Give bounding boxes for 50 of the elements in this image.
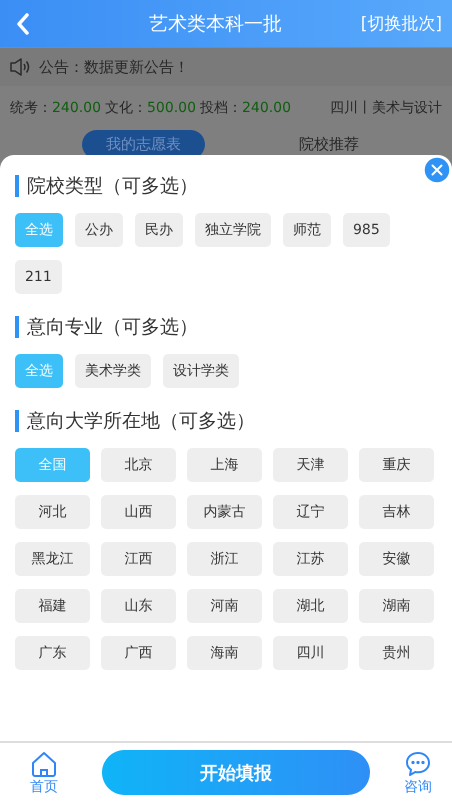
option-chip[interactable]: 江西 bbox=[101, 542, 176, 576]
score-text: 投档：240.00 bbox=[200, 99, 291, 117]
option-chip[interactable]: 设计学类 bbox=[163, 354, 239, 388]
section-title: 意向专业（可多选） bbox=[15, 316, 437, 338]
option-chip[interactable]: 江苏 bbox=[273, 542, 348, 576]
home-icon bbox=[30, 750, 58, 778]
option-chip[interactable]: 985 bbox=[343, 213, 390, 247]
option-chip[interactable]: 贵州 bbox=[359, 636, 434, 670]
notice-text: 公告：数据更新公告！ bbox=[39, 58, 189, 76]
option-chip[interactable]: 师范 bbox=[283, 213, 331, 247]
speaker-icon bbox=[9, 56, 31, 78]
option-chip[interactable]: 公办 bbox=[75, 213, 123, 247]
option-chip[interactable]: 湖南 bbox=[359, 589, 434, 623]
option-chip[interactable]: 北京 bbox=[101, 448, 176, 482]
back-icon[interactable] bbox=[16, 12, 30, 36]
consult-label: 咨询 bbox=[404, 778, 432, 796]
score-text: 统考：240.00 bbox=[10, 99, 101, 117]
tab[interactable]: 院校推荐 bbox=[275, 130, 383, 159]
option-chip[interactable]: 民办 bbox=[135, 213, 183, 247]
option-chip[interactable]: 美术学类 bbox=[75, 354, 151, 388]
option-chip[interactable]: 山东 bbox=[101, 589, 176, 623]
option-chip[interactable]: 浙江 bbox=[187, 542, 262, 576]
option-chip[interactable]: 福建 bbox=[15, 589, 90, 623]
option-chip[interactable]: 广西 bbox=[101, 636, 176, 670]
page-title: 艺术类本科一批 bbox=[148, 12, 283, 36]
score-text: 文化：500.00 bbox=[105, 99, 196, 117]
option-chip[interactable]: 湖北 bbox=[273, 589, 348, 623]
home-tab[interactable]: 首页 bbox=[30, 750, 58, 796]
section-title: 意向大学所在地（可多选） bbox=[15, 410, 437, 432]
home-label: 首页 bbox=[30, 778, 58, 796]
chat-icon bbox=[404, 750, 432, 778]
option-chip[interactable]: 内蒙古 bbox=[187, 495, 262, 529]
option-chip[interactable]: 山西 bbox=[101, 495, 176, 529]
option-chip[interactable]: 上海 bbox=[187, 448, 262, 482]
region-text: 四川丨美术与设计 bbox=[330, 99, 442, 117]
option-chip[interactable]: 广东 bbox=[15, 636, 90, 670]
option-chip[interactable]: 河北 bbox=[15, 495, 90, 529]
option-chip[interactable]: 天津 bbox=[273, 448, 348, 482]
option-chip[interactable]: 安徽 bbox=[359, 542, 434, 576]
option-chip[interactable]: 辽宁 bbox=[273, 495, 348, 529]
option-chip[interactable]: 黑龙江 bbox=[15, 542, 90, 576]
close-icon[interactable] bbox=[423, 156, 451, 184]
option-chip[interactable]: 吉林 bbox=[359, 495, 434, 529]
option-chip[interactable]: 重庆 bbox=[359, 448, 434, 482]
option-chip[interactable]: 独立学院 bbox=[195, 213, 271, 247]
consult-tab[interactable]: 咨询 bbox=[404, 750, 432, 796]
option-chip[interactable]: 河南 bbox=[187, 589, 262, 623]
option-chip[interactable]: 四川 bbox=[273, 636, 348, 670]
option-chip[interactable]: 211 bbox=[15, 260, 62, 294]
option-chip[interactable]: 海南 bbox=[187, 636, 262, 670]
